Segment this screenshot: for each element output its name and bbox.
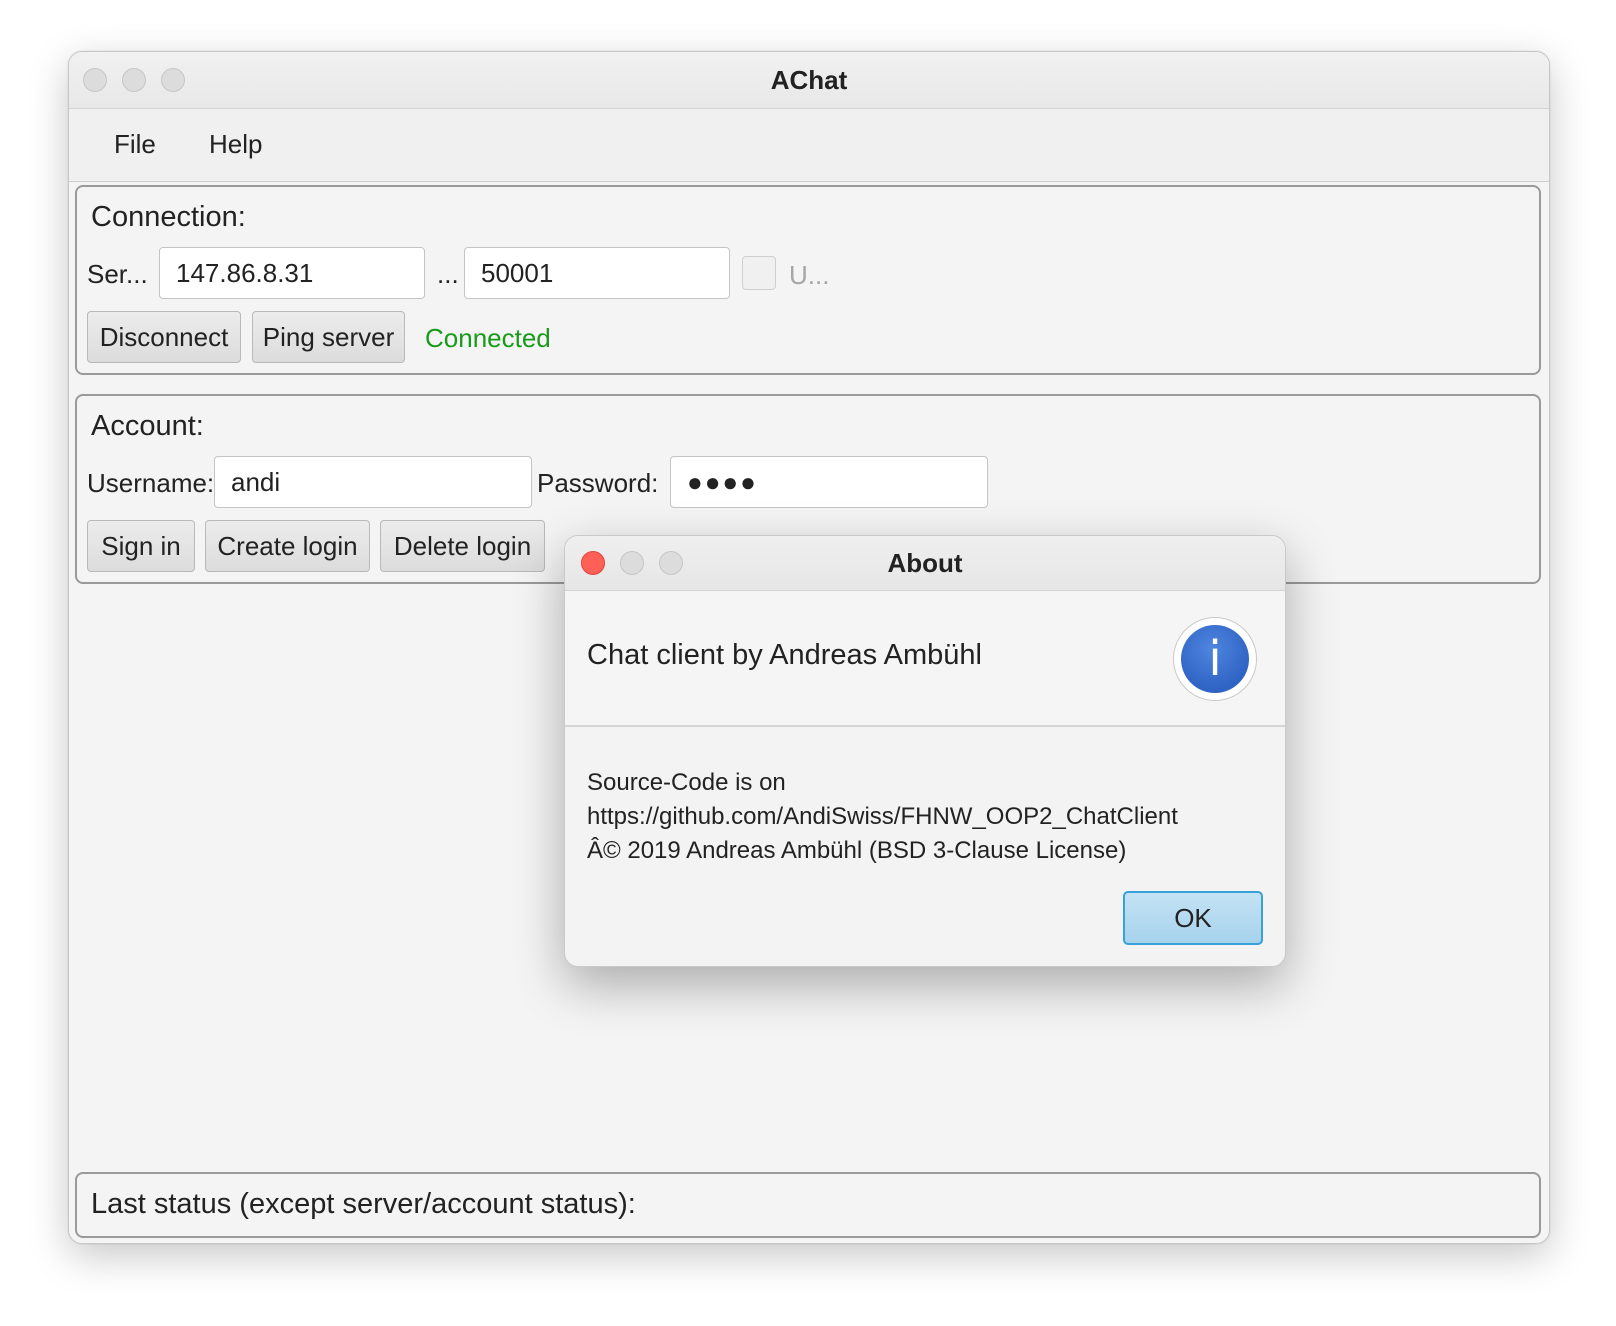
dialog-header: Chat client by Andreas Ambühl i [565, 591, 1285, 727]
ping-server-button[interactable]: Ping server [252, 311, 405, 363]
account-title: Account: [91, 410, 204, 442]
create-login-button[interactable]: Create login [205, 520, 370, 572]
content-line: Source-Code is on [587, 769, 786, 796]
ok-button[interactable]: OK [1123, 891, 1263, 945]
server-label: Ser... [87, 259, 148, 289]
server-input[interactable]: 147.86.8.31 [159, 247, 425, 299]
password-label: Password: [537, 468, 659, 498]
menu-file[interactable]: File [114, 129, 156, 160]
username-label: Username: [87, 468, 215, 498]
connection-status: Connected [425, 323, 551, 353]
about-dialog: About Chat client by Andreas Ambühl i So… [564, 535, 1286, 967]
title-bar[interactable]: AChat [69, 52, 1549, 109]
port-label: ... [437, 259, 459, 289]
content-line: Â© 2019 Andreas Ambühl (BSD 3-Clause Lic… [587, 837, 1127, 864]
password-input[interactable]: ●●●● [670, 456, 988, 508]
status-title: Last status (except server/account statu… [91, 1188, 636, 1220]
window-title: AChat [770, 65, 848, 95]
info-icon: i [1173, 617, 1257, 701]
checkbox-label: U... [789, 260, 830, 290]
connection-title: Connection: [91, 201, 246, 233]
delete-login-button[interactable]: Delete login [380, 520, 545, 572]
menu-bar: File Help [69, 109, 1549, 182]
menu-help[interactable]: Help [209, 129, 262, 160]
status-panel: Last status (except server/account statu… [75, 1172, 1541, 1238]
connection-panel: Connection: Ser... 147.86.8.31 ... 50001… [75, 185, 1541, 375]
use-checkbox[interactable] [742, 256, 776, 290]
content-line: https://github.com/AndiSwiss/FHNW_OOP2_C… [587, 803, 1178, 830]
dialog-title: About [887, 548, 963, 578]
dialog-content: Source-Code is on https://github.com/And… [587, 766, 1178, 868]
port-input[interactable]: 50001 [464, 247, 730, 299]
username-input[interactable]: andi [214, 456, 532, 508]
dialog-header-text: Chat client by Andreas Ambühl [587, 639, 982, 671]
sign-in-button[interactable]: Sign in [87, 520, 195, 572]
info-icon-glyph: i [1181, 625, 1249, 693]
dialog-title-bar[interactable]: About [565, 536, 1285, 591]
disconnect-button[interactable]: Disconnect [87, 311, 241, 363]
